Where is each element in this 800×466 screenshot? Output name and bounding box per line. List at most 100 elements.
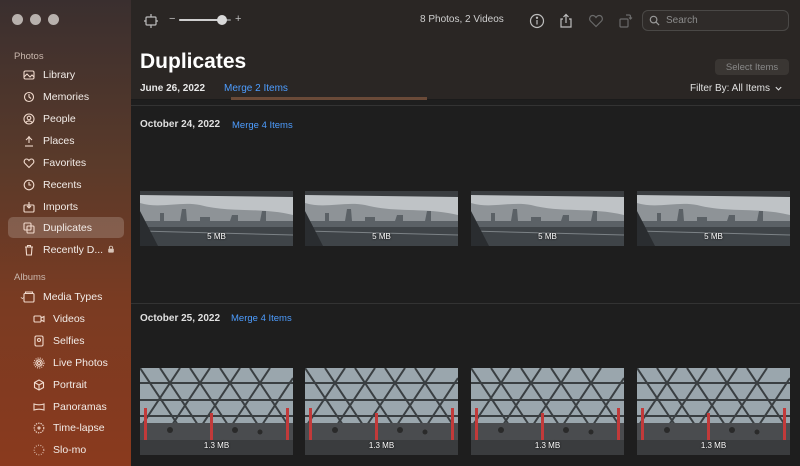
zoom-in-button[interactable]: + (235, 13, 241, 25)
sidebar: Photos Library Memories People Places Fa… (0, 0, 131, 466)
group-date: June 26, 2022 (140, 83, 206, 94)
zoom-slider-handle[interactable] (216, 15, 227, 25)
duplicates-icon (22, 221, 36, 235)
sidebar-item-label: Recents (43, 178, 82, 191)
sidebar-item-live-photos[interactable]: Live Photos (8, 352, 124, 373)
group-date: October 24, 2022 (140, 119, 221, 130)
file-size-label: 1.3 MB (534, 441, 561, 450)
sidebar-item-label: Selfies (53, 334, 85, 347)
section-photos-label: Photos (14, 51, 44, 62)
sidebar-item-label: Panoramas (53, 400, 107, 413)
search-input[interactable] (666, 15, 776, 26)
sidebar-item-label: Portrait (53, 378, 87, 391)
sidebar-item-label: Live Photos (53, 356, 108, 369)
video-icon (32, 312, 46, 326)
photo-thumbnail[interactable]: 5 MB (637, 191, 790, 246)
sidebar-item-label: Slo-mo (53, 443, 87, 456)
file-size-label: 5 MB (207, 232, 226, 241)
group-date: October 25, 2022 (140, 313, 221, 324)
file-size-label: 1.3 MB (368, 441, 395, 450)
sidebar-item-videos[interactable]: Videos (8, 308, 124, 329)
sidebar-item-portrait[interactable]: Portrait (8, 374, 124, 395)
sidebar-item-favorites[interactable]: Favorites (8, 152, 124, 173)
previous-group-thumbnail-edge (231, 97, 427, 100)
sidebar-item-label: Recently D... (43, 243, 104, 256)
sidebar-item-label: People (43, 112, 76, 125)
rotate-icon[interactable] (616, 12, 634, 30)
lock-icon (107, 245, 115, 255)
sidebar-item-memories[interactable]: Memories (8, 86, 124, 107)
sidebar-item-recently-deleted[interactable]: Recently D... (8, 239, 124, 260)
filter-dropdown[interactable]: Filter By: All Items (690, 83, 783, 94)
sidebar-item-time-lapse[interactable]: Time-lapse (8, 417, 124, 438)
import-icon (22, 200, 36, 214)
info-icon[interactable] (528, 12, 546, 30)
sidebar-item-label: Library (43, 68, 76, 81)
sidebar-item-library[interactable]: Library (8, 64, 124, 85)
aspect-ratio-icon[interactable] (142, 12, 160, 30)
sidebar-item-people[interactable]: People (8, 108, 124, 129)
sidebar-item-places[interactable]: Places (8, 130, 124, 151)
sidebar-item-label: Imports (43, 200, 79, 213)
favorite-heart-icon[interactable] (587, 12, 605, 30)
divider (131, 105, 800, 106)
live-photo-icon (32, 356, 46, 370)
places-icon (22, 134, 36, 148)
window-controls (12, 14, 59, 25)
sidebar-item-selfies[interactable]: Selfies (8, 330, 124, 351)
sidebar-item-label: Favorites (43, 156, 87, 169)
photo-thumbnail[interactable]: 5 MB (140, 191, 293, 246)
share-icon[interactable] (557, 12, 575, 30)
portrait-icon (32, 378, 46, 392)
minimize-window-button[interactable] (30, 14, 41, 25)
duplicate-group: October 24, 2022 Merge 4 Items 5 MB 5 MB… (131, 105, 800, 305)
trash-icon (22, 243, 36, 257)
sidebar-item-label: Time-lapse (53, 421, 105, 434)
sidebar-item-media-types[interactable]: ⌄ Media Types (8, 286, 124, 307)
photo-thumbnail[interactable]: 1.3 MB (305, 368, 458, 455)
sidebar-item-imports[interactable]: Imports (8, 196, 124, 217)
sidebar-item-label: Media Types (43, 290, 103, 303)
file-size-label: 5 MB (372, 232, 391, 241)
sidebar-item-slo-mo[interactable]: Slo-mo (8, 439, 124, 460)
page-title: Duplicates (140, 50, 247, 73)
merge-button[interactable]: Merge 2 Items (224, 83, 288, 94)
toolbar: − + 8 Photos, 2 Videos (131, 0, 800, 42)
search-icon (649, 15, 660, 26)
close-window-button[interactable] (12, 14, 23, 25)
sidebar-item-label: Places (43, 134, 75, 147)
file-size-label: 1.3 MB (203, 441, 230, 450)
sidebar-item-label: Memories (43, 90, 90, 103)
duplicate-group: October 25, 2022 Merge 4 Items 1.3 MB 1.… (131, 303, 800, 466)
select-items-button[interactable]: Select Items (715, 59, 789, 75)
zoom-out-button[interactable]: − (169, 13, 175, 25)
photo-thumbnail[interactable]: 1.3 MB (637, 368, 790, 455)
photo-thumbnail[interactable]: 1.3 MB (471, 368, 624, 455)
zoom-slider-fill (179, 19, 222, 21)
library-icon (22, 68, 36, 82)
header: − + 8 Photos, 2 Videos Search Duplicates… (131, 0, 800, 100)
merge-button[interactable]: Merge 4 Items (231, 313, 292, 324)
chevron-down-icon (775, 86, 782, 91)
photo-thumbnail[interactable]: 1.3 MB (140, 368, 293, 455)
zoom-window-button[interactable] (48, 14, 59, 25)
photo-thumbnail[interactable]: 5 MB (305, 191, 458, 246)
divider (131, 303, 800, 304)
search-field[interactable] (642, 10, 789, 31)
sidebar-item-panoramas[interactable]: Panoramas (8, 396, 124, 417)
file-size-label: 5 MB (704, 232, 723, 241)
chevron-down-icon[interactable]: ⌄ (19, 292, 26, 301)
filter-label: Filter By: All Items (690, 83, 771, 94)
photo-thumbnail[interactable]: 5 MB (471, 191, 624, 246)
merge-button[interactable]: Merge 4 Items (232, 120, 293, 131)
main-content: − + 8 Photos, 2 Videos Search Duplicates… (131, 0, 800, 466)
sidebar-item-label: Duplicates (43, 221, 93, 234)
sidebar-item-duplicates[interactable]: Duplicates (8, 217, 124, 238)
panorama-icon (32, 400, 46, 414)
selfie-icon (32, 334, 46, 348)
slomo-icon (32, 443, 46, 457)
clock-icon (22, 178, 36, 192)
file-size-label: 1.3 MB (700, 441, 727, 450)
timelapse-icon (32, 421, 46, 435)
sidebar-item-recents[interactable]: Recents (8, 174, 124, 195)
